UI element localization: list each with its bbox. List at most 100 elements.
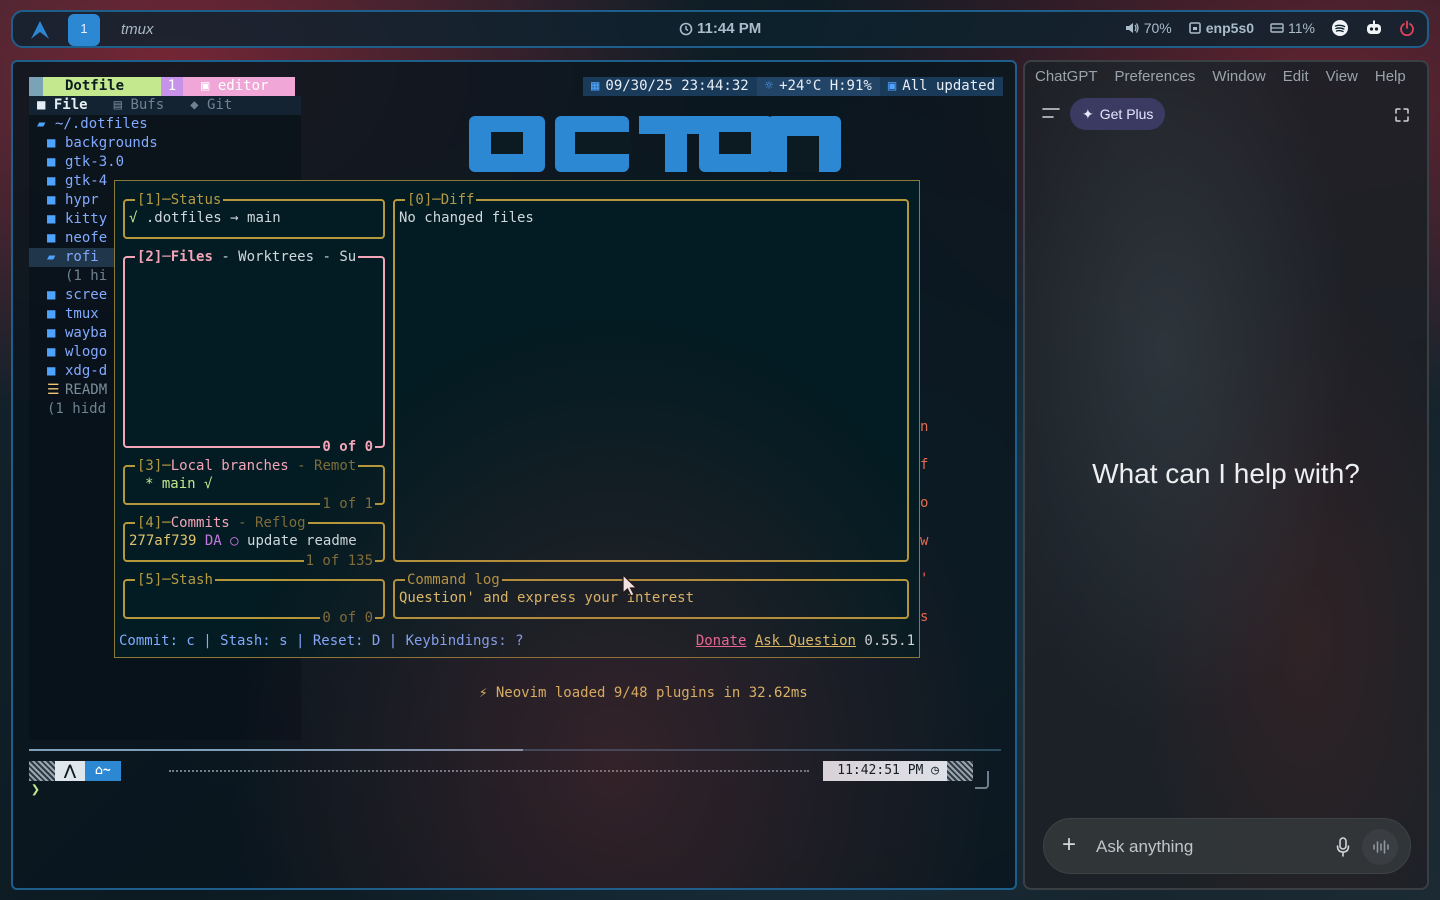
- bot-icon[interactable]: [1365, 20, 1383, 36]
- clock[interactable]: 11:44 PM: [679, 20, 761, 37]
- commit-marker: ○: [230, 533, 239, 549]
- explorer-root[interactable]: ▰ ~/.dotfiles: [29, 115, 301, 134]
- commit-row[interactable]: 277af739 DA ○ update readme: [129, 532, 357, 551]
- arch-logo-icon: ⋀: [55, 761, 85, 781]
- sparkle-icon: ✦: [1082, 105, 1094, 122]
- clock-icon: ◷: [931, 763, 939, 778]
- panel-count: 1 of 1: [320, 495, 375, 513]
- folder-icon: ■: [47, 154, 56, 170]
- file-icon: ▤: [113, 97, 131, 113]
- explorer-root-label: ~/.dotfiles: [55, 116, 148, 132]
- ask-question-link[interactable]: Ask Question: [755, 633, 856, 649]
- sidebar-toggle-icon[interactable]: [1042, 106, 1060, 120]
- network-text: enp5s0: [1205, 20, 1255, 36]
- panel-count: 0 of 0: [320, 438, 375, 456]
- window-number[interactable]: 1: [161, 77, 183, 96]
- commit-hash: 277af739: [129, 533, 197, 549]
- spotify-icon[interactable]: [1331, 19, 1349, 37]
- disk-widget[interactable]: 11%: [1270, 20, 1315, 36]
- shell-prompt[interactable]: ❯: [31, 780, 40, 798]
- menu-chatgpt[interactable]: ChatGPT: [1035, 68, 1098, 86]
- window-name[interactable]: ▣ editor: [183, 77, 295, 96]
- get-plus-label: Get Plus: [1099, 106, 1154, 122]
- folder-icon: ■: [47, 306, 56, 322]
- prompt-input[interactable]: Ask anything: [1096, 837, 1193, 857]
- commit-message: update readme: [247, 533, 357, 549]
- workspace-button[interactable]: 1: [68, 14, 100, 46]
- tab-file[interactable]: ■ File: [29, 96, 106, 115]
- pane-divider: [29, 749, 1001, 751]
- terminal-window[interactable]: Dotfile 1 ▣ editor ▦ 09/30/25 23:44:32 ☼ +…: [11, 60, 1017, 890]
- menu-edit[interactable]: Edit: [1283, 68, 1309, 86]
- lazygit-branches-panel[interactable]: [3]─Local branches - Remot * main √ 1 of…: [123, 457, 385, 513]
- mouse-cursor-icon: [622, 574, 638, 597]
- prompt-input-bar[interactable]: + Ask anything: [1043, 818, 1411, 874]
- lazygit-stash-panel[interactable]: [5]─Stash 0 of 0: [123, 571, 385, 627]
- list-item-label: wlogo: [65, 344, 108, 360]
- panel-title: [1]─Status: [135, 191, 224, 209]
- git-icon: ◆: [190, 97, 208, 113]
- get-plus-button[interactable]: ✦ Get Plus: [1070, 98, 1166, 130]
- power-icon[interactable]: [1399, 20, 1415, 36]
- panel-count: 0 of 0: [320, 609, 375, 627]
- tmux-status-line: Dotfile 1 ▣ editor ▦ 09/30/25 23:44:32 ☼ +…: [29, 77, 1003, 96]
- list-item[interactable]: ■ gtk-3.0: [29, 153, 301, 172]
- panel-title: [3]─Local branches - Remot: [135, 457, 359, 475]
- list-item-label: backgrounds: [65, 135, 158, 151]
- status-line: √ .dotfiles → main: [129, 209, 281, 228]
- donate-link[interactable]: Donate: [696, 633, 747, 649]
- lazygit-files-panel[interactable]: [2]─Files - Worktrees - Su 0 of 0: [123, 248, 385, 456]
- tab-git[interactable]: ◆ Git: [182, 96, 250, 115]
- menu-help[interactable]: Help: [1375, 68, 1406, 86]
- folder-icon: ■: [37, 97, 54, 113]
- tab-git-label: Git: [207, 97, 233, 113]
- bar-filler: [169, 770, 809, 772]
- network-widget[interactable]: enp5s0: [1188, 20, 1254, 36]
- panel-title: Command log: [405, 571, 502, 589]
- app-menu-bar: ChatGPT Preferences Window Edit View Hel…: [1035, 68, 1406, 86]
- bar-pattern: [947, 761, 973, 781]
- lazygit-window[interactable]: [1]─Status √ .dotfiles → main [2]─Files …: [114, 180, 920, 658]
- list-item-label: hypr: [65, 192, 99, 208]
- panel-title: [5]─Stash: [135, 571, 215, 589]
- list-item-label: gtk-3.0: [65, 154, 125, 170]
- mic-icon[interactable]: [1336, 837, 1350, 857]
- lazygit-diff-panel[interactable]: [0]─Diff No changed files: [393, 191, 909, 562]
- clock-icon: [679, 22, 693, 35]
- active-window-title: tmux: [121, 21, 154, 38]
- status-right: ▦ 09/30/25 23:44:32 ☼ +24°C H:91% ▣ All upd…: [582, 77, 1003, 96]
- updates-text: All updated: [902, 78, 995, 94]
- clock-text: 11:44 PM: [697, 20, 762, 37]
- lazygit-commits-panel[interactable]: [4]─Commits - Reflog 277af739 DA ○ updat…: [123, 514, 385, 570]
- lazygit-command-log[interactable]: Command log Question' and express your i…: [393, 571, 909, 619]
- menu-window[interactable]: Window: [1212, 68, 1265, 86]
- dashboard-letter: s: [920, 609, 929, 625]
- command-log-text: Question' and express your interest: [399, 590, 695, 606]
- disk-text: 11%: [1288, 20, 1315, 36]
- sun-icon: ☼: [764, 78, 774, 94]
- list-item[interactable]: ■ backgrounds: [29, 134, 301, 153]
- chatgpt-window[interactable]: ChatGPT Preferences Window Edit View Hel…: [1023, 60, 1429, 890]
- cwd-segment: ⌂~: [85, 761, 121, 781]
- arch-logo-icon[interactable]: [29, 19, 51, 41]
- voice-wave-button[interactable]: [1362, 829, 1398, 865]
- branch-item[interactable]: * main √: [145, 475, 212, 494]
- expand-icon[interactable]: [1393, 106, 1411, 124]
- markdown-file-icon: ☰: [47, 382, 60, 398]
- menu-preferences[interactable]: Preferences: [1115, 68, 1196, 86]
- volume-widget[interactable]: 70%: [1124, 20, 1172, 36]
- panel-title: [4]─Commits - Reflog: [135, 514, 308, 532]
- list-item-label: gtk-4: [65, 173, 108, 189]
- tab-bufs[interactable]: ▤ Bufs: [106, 96, 183, 115]
- list-item-label: READM: [65, 382, 108, 398]
- menu-view[interactable]: View: [1326, 68, 1358, 86]
- voice-wave-icon: [1373, 840, 1389, 854]
- volume-text: 70%: [1143, 20, 1172, 36]
- keybinding-hints: Commit: c | Stash: s | Reset: D | Keybin…: [119, 633, 524, 649]
- lazygit-status-panel[interactable]: [1]─Status √ .dotfiles → main: [123, 191, 385, 239]
- panel-count: 1 of 135: [303, 552, 375, 570]
- startup-message: ⚡ Neovim loaded 9/48 plugins in 32.62ms: [479, 685, 808, 701]
- plus-icon[interactable]: +: [1062, 833, 1076, 857]
- lazygit-footer: Commit: c | Stash: s | Reset: D | Keybin…: [119, 632, 915, 651]
- datetime-segment: ▦ 09/30/25 23:44:32: [582, 77, 757, 96]
